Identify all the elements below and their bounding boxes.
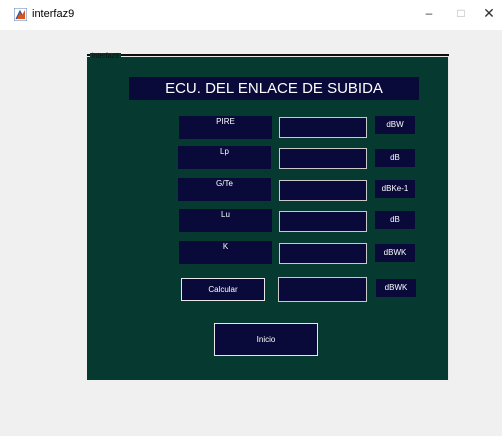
- input-pire[interactable]: [279, 117, 367, 138]
- input-lp[interactable]: [279, 148, 367, 169]
- label-k: K: [179, 241, 272, 264]
- minimize-icon[interactable]: –: [418, 4, 440, 22]
- matlab-figure-icon: [14, 8, 27, 21]
- page-title: ECU. DEL ENLACE DE SUBIDA: [129, 77, 419, 100]
- unit-result: dBWK: [376, 279, 416, 297]
- window-title: interfaz9: [32, 8, 75, 20]
- unit-lp: dB: [375, 149, 415, 167]
- panel-border-right: [448, 56, 449, 380]
- calcular-button[interactable]: Calcular: [181, 278, 265, 301]
- label-lu: Lu: [179, 209, 272, 232]
- label-pire: PIRE: [179, 116, 272, 139]
- title-bar: interfaz9 – □ ✕: [0, 0, 502, 30]
- unit-k: dBWK: [375, 244, 415, 262]
- panel-border-highlight: [87, 56, 449, 57]
- close-icon[interactable]: ✕: [478, 4, 500, 22]
- label-lp: Lp: [178, 146, 271, 169]
- unit-pire: dBW: [375, 116, 415, 134]
- inicio-button[interactable]: Inicio: [214, 323, 318, 356]
- label-gte: G/Te: [178, 178, 271, 201]
- input-lu[interactable]: [279, 211, 367, 232]
- unit-gte: dBKe-1: [375, 180, 415, 198]
- input-k[interactable]: [279, 243, 367, 264]
- uipanel-interfaz9: interfaz9 ECU. DEL ENLACE DE SUBIDA PIRE…: [87, 53, 449, 380]
- unit-lu: dB: [375, 211, 415, 229]
- result-field[interactable]: [278, 277, 367, 302]
- maximize-icon[interactable]: □: [450, 4, 472, 22]
- input-gte[interactable]: [279, 180, 367, 201]
- panel-legend: interfaz9: [90, 53, 121, 60]
